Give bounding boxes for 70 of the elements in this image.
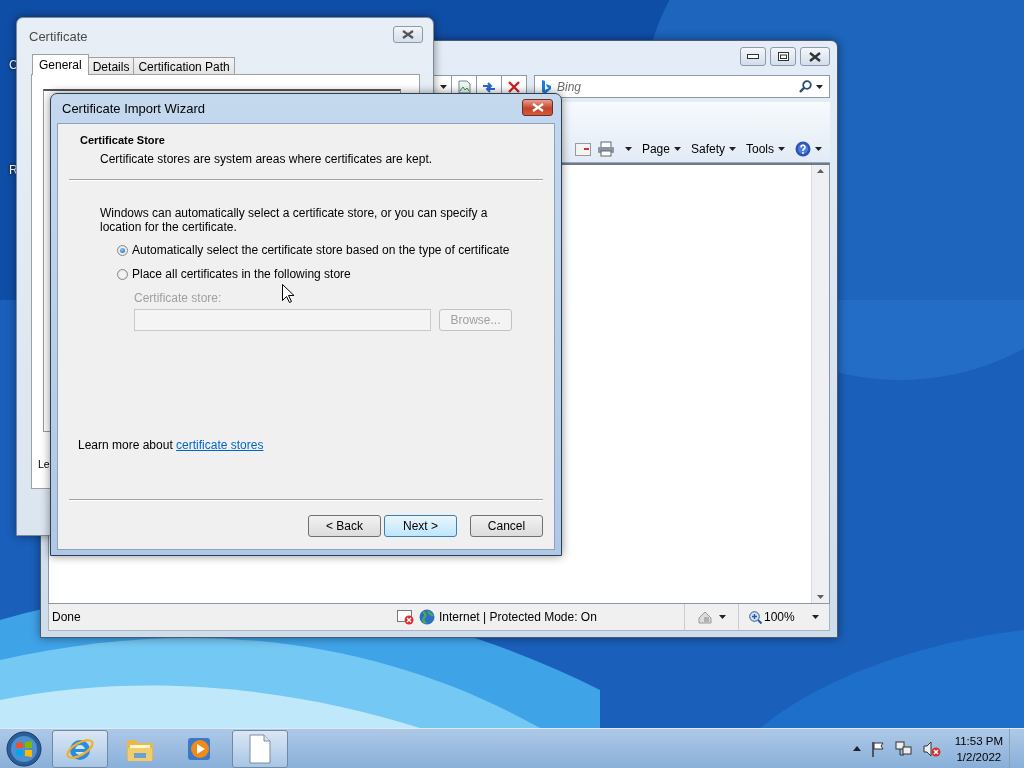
address-dropdown-icon[interactable] [440,84,447,89]
document-icon [248,733,272,764]
search-box[interactable]: Bing [534,75,830,98]
link[interactable]: certificate stores [176,438,264,452]
panel-text: Le [38,458,50,470]
dialog-button[interactable]: Next > [384,515,457,537]
network-icon[interactable] [894,740,913,757]
cursor-icon [282,284,294,303]
option-label[interactable]: Automatically select the certificate store based on the type of certificate [132,243,510,257]
mail-icon[interactable] [574,142,591,156]
security-zone-text: Internet | Protected Mode: On [439,610,597,624]
close-button[interactable] [393,25,423,43]
close-icon [531,103,544,112]
page-subheading: Certificate stores are system areas where certificates are kept. [100,151,434,167]
tab[interactable]: Details [87,57,135,74]
refresh-icon[interactable] [481,79,497,94]
caret-icon[interactable] [778,147,785,151]
scroll-up-icon[interactable] [817,169,824,173]
learn-more-text: Learn more about certificate stores [78,437,265,453]
print-icon[interactable] [596,141,615,157]
caret-icon[interactable] [673,147,681,151]
tab[interactable]: General [32,54,89,75]
window-title: Certificate Import Wizard [62,101,206,116]
dialog-button[interactable]: Cancel [470,515,543,537]
description-text: Windows can automatically select a certificate store, or you can specify a location for the certificate. [100,206,489,234]
stop-icon[interactable] [508,80,520,93]
radio-button[interactable] [117,268,128,280]
close-icon [809,51,821,62]
start-button[interactable] [6,730,42,767]
taskbar-button[interactable] [52,729,108,768]
search-icon[interactable] [799,80,812,93]
security-dropdown-icon[interactable] [719,615,726,619]
globe-icon [419,609,435,625]
radio-button[interactable] [117,244,128,256]
option-label[interactable]: Place all certificates in the following store [132,267,351,281]
vertical-scrollbar[interactable] [811,165,829,603]
volume-muted-icon[interactable] [922,740,941,757]
taskbar-button[interactable] [232,729,288,768]
page-heading: Certificate Store [80,133,166,148]
close-button[interactable] [800,47,830,66]
blocked-popup-icon[interactable] [397,609,415,625]
maximize-icon [777,52,789,61]
help-dropdown-icon[interactable] [815,147,822,151]
status-text: Done [51,610,82,624]
minimize-button[interactable] [740,47,766,66]
print-dropdown-icon[interactable] [624,147,632,151]
command-menu[interactable]: Tools [746,142,785,156]
compatibility-view-icon[interactable] [457,79,471,94]
command-menu[interactable]: Safety [690,142,736,156]
close-icon [402,29,414,39]
maximize-button[interactable] [770,47,796,66]
show-hidden-icons-icon[interactable] [852,746,861,751]
bing-icon [541,79,551,94]
search-dropdown-icon[interactable] [816,84,823,89]
flag-icon[interactable] [870,740,885,757]
tab[interactable]: Certification Path [133,57,235,74]
zoom-dropdown-icon[interactable] [812,615,819,619]
window-title: Certificate [29,28,88,44]
command-menu[interactable]: Page [641,142,681,156]
clock[interactable]: 11:53 PM 1/2/2022 [954,732,1003,765]
field-label: Certificate store: [134,290,222,306]
zoom-icon[interactable] [749,610,762,624]
search-field[interactable]: Bing [555,78,795,95]
close-button[interactable] [522,99,553,116]
scroll-down-icon[interactable] [817,595,824,599]
dialog-button[interactable]: < Back [308,515,381,537]
caret-icon[interactable] [729,147,736,151]
help-icon[interactable] [795,141,811,157]
minimize-icon [747,54,759,59]
zoom-level[interactable]: 100% [764,610,795,624]
